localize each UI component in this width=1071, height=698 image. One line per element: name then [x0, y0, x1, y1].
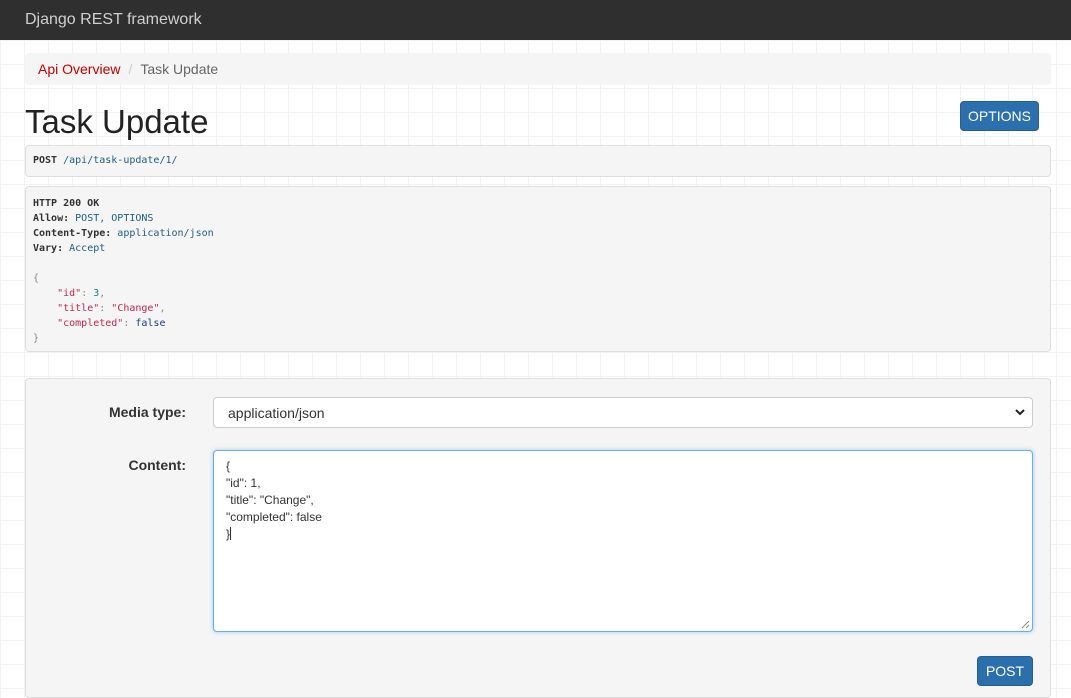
breadcrumb-current: Task Update [140, 61, 219, 77]
header-colon: : [105, 228, 118, 239]
title-row: Task Update OPTIONS [25, 99, 1051, 145]
content-label: Content: [128, 457, 186, 473]
content-line-4: "completed": false [226, 510, 322, 524]
navbar: Django REST framework [0, 0, 1071, 40]
header-name-content-type: Content-Type [33, 228, 106, 239]
page-title: Task Update [25, 103, 209, 140]
main-container: Api Overview / Task Update Task Update O… [25, 40, 1051, 698]
post-form: Media type: application/json Content: { … [25, 378, 1051, 698]
chevron-down-icon [1015, 409, 1025, 416]
json-key-id: "id" [57, 288, 82, 299]
media-type-select[interactable]: application/json [213, 397, 1033, 428]
request-info: POST /api/task-update/1/ [25, 145, 1051, 177]
media-type-label: Media type: [108, 404, 186, 420]
response-info: HTTP 200 OK Allow: POST, OPTIONS Content… [25, 186, 1051, 352]
header-name-allow: Allow [33, 213, 64, 224]
resize-grip-icon[interactable] [1021, 620, 1030, 629]
header-value-allow: POST, OPTIONS [75, 213, 154, 224]
json-key-title: "title" [57, 303, 100, 314]
response-status: HTTP 200 OK [33, 198, 100, 209]
breadcrumb: Api Overview / Task Update [25, 53, 1051, 85]
header-colon: : [63, 213, 76, 224]
content-line-2: "id": 1, [226, 476, 261, 490]
request-path: /api/task-update/1/ [63, 155, 178, 166]
json-colon: : [123, 318, 136, 329]
post-button[interactable]: POST [977, 656, 1033, 686]
media-type-value: application/json [228, 404, 325, 421]
json-key-completed: "completed" [57, 318, 124, 329]
json-colon: : [99, 303, 112, 314]
json-colon: : [81, 288, 94, 299]
navbar-brand[interactable]: Django REST framework [25, 11, 202, 29]
json-close-brace: } [33, 333, 40, 344]
json-open-brace: { [33, 273, 40, 284]
breadcrumb-separator: / [128, 61, 133, 77]
options-button[interactable]: OPTIONS [960, 101, 1039, 131]
json-comma: , [99, 288, 106, 299]
content-textarea[interactable]: { "id": 1, "title": "Change", "completed… [213, 450, 1033, 632]
header-name-vary: Vary [33, 243, 58, 254]
content-line-3: "title": "Change", [226, 493, 314, 507]
header-value-vary: Accept [69, 243, 106, 254]
header-colon: : [57, 243, 70, 254]
content-line-1: { [226, 459, 231, 473]
json-value-title: "Change" [111, 303, 160, 314]
json-comma: , [159, 303, 166, 314]
breadcrumb-api-overview[interactable]: Api Overview [38, 61, 120, 77]
text-caret [230, 527, 232, 540]
header-value-content-type: application/json [117, 228, 214, 239]
json-value-completed: false [135, 318, 166, 329]
request-method: POST [33, 155, 58, 166]
